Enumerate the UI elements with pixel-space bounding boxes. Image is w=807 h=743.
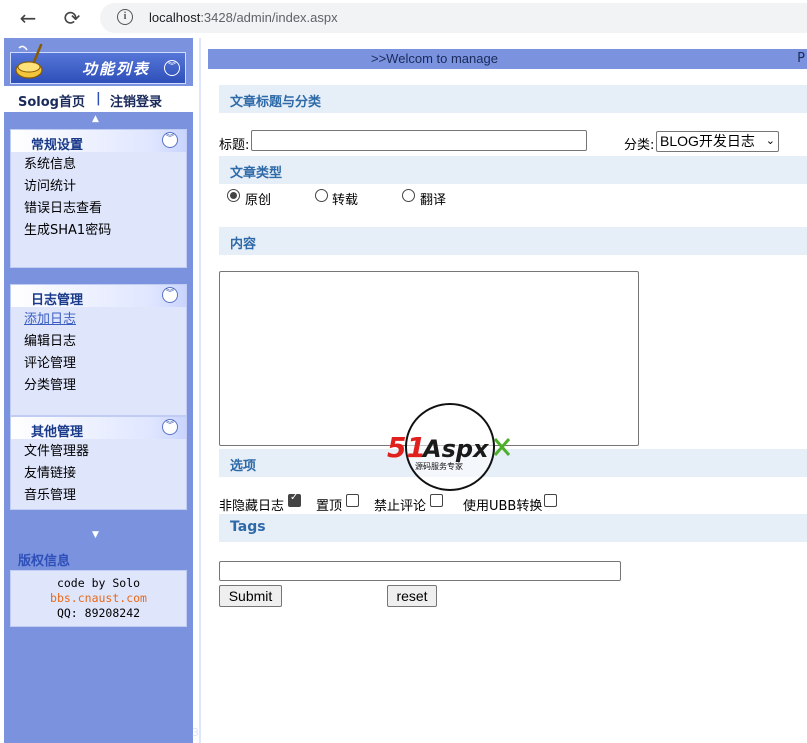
scroll-up-icon[interactable]: ▲ [92, 114, 99, 124]
sidebar-item-friend-links[interactable]: 友情链接 [11, 463, 186, 485]
sidebar-group-header[interactable]: 日志管理 ︾ [11, 285, 186, 308]
copyright-author: code by Solo [56, 576, 141, 590]
type-translate-radio[interactable] [402, 189, 415, 202]
home-link[interactable]: Solog首页 [18, 91, 85, 110]
chevron-down-icon[interactable]: ︾ [162, 132, 178, 148]
frame-edge-digit: 3 [192, 726, 199, 739]
section-heading: 内容 [230, 237, 257, 252]
sidebar-item-file-manager[interactable]: 文件管理器 [11, 441, 186, 463]
category-selected-value: BLOG开发日志 [660, 133, 755, 149]
sidebar-item-edit-log[interactable]: 编辑日志 [11, 331, 186, 353]
watermark-brand-51: 51 [387, 431, 426, 464]
section-options: 选项 [219, 449, 807, 477]
address-bar[interactable]: i localhost:3428/admin/index.aspx [100, 3, 807, 33]
option-no-comment-checkbox[interactable] [430, 494, 443, 507]
section-content: 内容 [219, 227, 807, 255]
submit-button[interactable]: Submit [219, 585, 282, 607]
type-repost-radio[interactable] [315, 189, 328, 202]
type-original-radio[interactable] [227, 189, 240, 202]
sidebar-group-other: 其他管理 ︾ 文件管理器 友情链接 音乐管理 [10, 416, 187, 510]
sidebar-item-music[interactable]: 音乐管理 [11, 485, 186, 507]
site-watermark-logo: 51 Aspx 源码服务专家 [387, 402, 513, 492]
watermark-slogan: 源码服务专家 [415, 461, 463, 471]
back-arrow-icon[interactable]: ← [16, 6, 40, 30]
option-ubb-checkbox[interactable] [544, 494, 557, 507]
logout-link[interactable]: 注销登录 [110, 91, 162, 110]
welcome-bar: >>Welcom to manage P [208, 49, 807, 69]
option-no-comment-label: 禁止评论 [374, 499, 427, 514]
section-heading: 选项 [230, 459, 257, 474]
link-separator: | [96, 91, 101, 106]
sidebar-item-comments[interactable]: 评论管理 [11, 353, 186, 375]
type-original-label[interactable]: 原创 [245, 189, 271, 208]
reload-icon[interactable]: ⟳ [60, 6, 84, 30]
category-select[interactable]: BLOG开发日志 ⌄ [656, 131, 779, 152]
sidebar-item-add-log[interactable]: 添加日志 [11, 309, 186, 331]
section-tags: Tags [219, 514, 807, 542]
welcome-text: >>Welcom to manage [371, 51, 498, 66]
sidebar-group-log: 日志管理 ︾ 添加日志 编辑日志 评论管理 分类管理 [10, 284, 187, 416]
pot-logo-icon [15, 43, 43, 79]
frame-divider[interactable] [199, 38, 201, 743]
copyright-box: code by Solo bbs.cnaust.com QQ: 89208242 [10, 570, 187, 627]
section-title-category: 文章标题与分类 [219, 85, 807, 113]
reset-button[interactable]: reset [387, 585, 437, 607]
chevron-down-icon[interactable]: ︾ [162, 419, 178, 435]
copyright-title: 版权信息 [18, 554, 71, 569]
sidebar-group-title: 其他管理 [31, 425, 84, 440]
title-input[interactable] [251, 130, 587, 151]
title-label: 标题: [219, 138, 250, 153]
copyright-qq: QQ: 89208242 [56, 606, 141, 620]
chevron-down-icon: ⌄ [765, 135, 775, 147]
sidebar-item-categories[interactable]: 分类管理 [11, 375, 186, 397]
section-heading: Tags [230, 519, 266, 535]
option-sticky-checkbox[interactable] [346, 494, 359, 507]
section-article-type: 文章类型 [219, 156, 807, 184]
sidebar-logo: 功能列表 ︾ [10, 38, 186, 84]
info-icon[interactable]: i [117, 9, 133, 25]
watermark-brand-aspx: Aspx [421, 435, 490, 463]
copyright-site-link[interactable]: bbs.cnaust.com [11, 591, 186, 606]
option-ubb-label: 使用UBB转换 [463, 499, 543, 514]
sidebar-group-header[interactable]: 其他管理 ︾ [11, 417, 186, 440]
option-visible-checkbox[interactable] [288, 492, 301, 507]
sidebar-group-general: 常规设置 ︾ 系统信息 访问统计 错误日志查看 生成SHA1密码 [10, 129, 187, 268]
sidebar-item-system-info[interactable]: 系统信息 [11, 154, 186, 176]
chevron-down-icon[interactable]: ︾ [162, 287, 178, 303]
sidebar-group-title: 常规设置 [31, 138, 84, 153]
option-sticky-label: 置顶 [316, 499, 343, 514]
scroll-down-icon[interactable]: ▼ [92, 530, 99, 540]
collapse-chevron-icon[interactable]: ︾ [164, 60, 180, 76]
section-heading: 文章标题与分类 [230, 95, 322, 110]
sidebar-group-header[interactable]: 常规设置 ︾ [11, 130, 186, 153]
category-label: 分类: [624, 138, 655, 153]
sidebar-item-sha1[interactable]: 生成SHA1密码 [11, 220, 186, 242]
sidebar: 功能列表 ︾ Solog首页 | 注销登录 ▲ 常规设置 ︾ 系统信息 访问统计… [4, 38, 199, 743]
url-text[interactable]: localhost:3428/admin/index.aspx [149, 10, 338, 25]
welcome-bar-right-text: P [797, 51, 805, 66]
section-heading: 文章类型 [230, 166, 283, 181]
type-repost-label[interactable]: 转载 [332, 189, 358, 208]
sidebar-group-title: 日志管理 [31, 293, 84, 308]
tags-input[interactable] [219, 561, 621, 581]
sidebar-item-error-log[interactable]: 错误日志查看 [11, 198, 186, 220]
browser-toolbar: ← ⟳ i localhost:3428/admin/index.aspx [0, 0, 807, 36]
sidebar-top-links: Solog首页 | 注销登录 [4, 86, 193, 112]
sidebar-item-visit-stats[interactable]: 访问统计 [11, 176, 186, 198]
option-visible-label: 非隐藏日志 [219, 499, 285, 514]
type-translate-label[interactable]: 翻译 [420, 189, 446, 208]
sidebar-logo-title: 功能列表 [82, 60, 151, 78]
